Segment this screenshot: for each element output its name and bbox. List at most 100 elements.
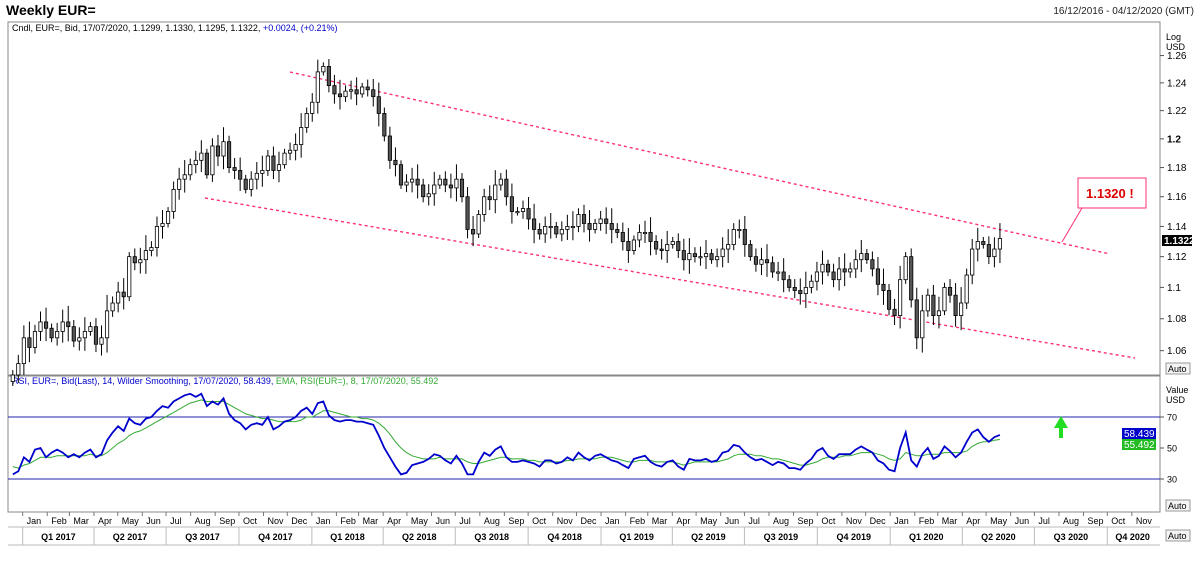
candle-body xyxy=(99,337,104,345)
candle-body xyxy=(715,256,720,261)
candle-body xyxy=(637,232,642,241)
x-month-label: Jun xyxy=(146,516,161,526)
candle-body xyxy=(243,178,248,190)
callout-leader xyxy=(1061,207,1083,243)
chart-canvas[interactable]: Cndl, EUR=, Bid, 17/07/2020, 1.1299, 1.1… xyxy=(0,0,1200,577)
x-month-label: Dec xyxy=(580,516,597,526)
candle-body xyxy=(543,226,548,235)
x-quarter-label: Q1 2020 xyxy=(909,532,944,542)
x-month-label: Aug xyxy=(484,516,500,526)
candle-body xyxy=(881,283,886,291)
x-month-label: Nov xyxy=(268,516,285,526)
x-quarter-label: Q4 2019 xyxy=(837,532,872,542)
candle-body xyxy=(909,256,914,301)
candle-body xyxy=(820,263,825,273)
up-arrow-icon xyxy=(1054,416,1068,438)
candle-body xyxy=(265,155,270,171)
candle-body xyxy=(493,184,498,201)
candle-body xyxy=(382,113,387,137)
price-tick-label: 1.16 xyxy=(1167,192,1187,203)
candle-body xyxy=(986,244,991,258)
candle-body xyxy=(692,253,697,258)
candle-body xyxy=(997,238,1003,250)
candle-body xyxy=(487,196,492,201)
candle-body xyxy=(93,326,99,345)
candle-body xyxy=(626,241,631,251)
candle-body xyxy=(609,223,614,230)
rsi-auto-button[interactable]: Auto xyxy=(1165,499,1191,512)
x-month-label: Jul xyxy=(170,516,182,526)
candle-body xyxy=(154,226,160,248)
candle-body xyxy=(360,86,365,95)
price-tick-label: 1.18 xyxy=(1167,163,1187,174)
x-month-label: Apr xyxy=(98,516,112,526)
price-auto-button[interactable]: Auto xyxy=(1165,362,1191,375)
price-tick-label: 1.26 xyxy=(1167,51,1187,62)
candle-body xyxy=(992,248,997,258)
candle-body xyxy=(975,241,980,250)
candle-body xyxy=(520,208,526,212)
candle-body xyxy=(260,170,265,174)
price-tick-label: 1.24 xyxy=(1167,78,1187,89)
x-month-label: Feb xyxy=(340,516,356,526)
rsi-value-box: 58.439 xyxy=(1122,428,1156,440)
candle-body xyxy=(354,89,359,95)
rsi-panel-frame xyxy=(7,375,1161,513)
x-month-label: Apr xyxy=(966,516,980,526)
candle-body xyxy=(365,86,370,91)
callout-text: 1.1320 ! xyxy=(1086,186,1134,201)
candle-body xyxy=(121,291,126,298)
candle-body xyxy=(737,229,742,232)
rsi-axis-title-value: Value xyxy=(1166,385,1188,395)
x-month-label: May xyxy=(411,516,429,526)
candle-body xyxy=(249,178,254,190)
candle-body xyxy=(437,178,442,186)
candle-body xyxy=(631,239,636,251)
candle-body xyxy=(831,271,836,281)
price-legend-prefix: Cndl, EUR=, Bid, 17/07/2020, 1.1299, 1.1… xyxy=(12,23,260,33)
x-quarter-label: Q1 2019 xyxy=(619,532,654,542)
x-month-label: Sep xyxy=(219,516,235,526)
x-month-label: Jan xyxy=(27,516,42,526)
x-month-label: Feb xyxy=(919,516,935,526)
candle-body xyxy=(38,321,43,332)
x-month-label: Jul xyxy=(459,516,471,526)
candle-body xyxy=(127,256,132,298)
candle-body xyxy=(753,256,758,265)
x-month-label: Mar xyxy=(942,516,958,526)
x-month-label: Feb xyxy=(630,516,646,526)
candle-body xyxy=(459,178,465,198)
x-month-label: May xyxy=(122,516,140,526)
x-month-label: Jun xyxy=(725,516,740,526)
candle-body xyxy=(282,152,287,166)
x-quarter-label: Q2 2017 xyxy=(113,532,148,542)
candle-body xyxy=(581,214,587,224)
candle-body xyxy=(970,248,975,276)
candle-body xyxy=(498,178,503,186)
price-tick-label: 1.1 xyxy=(1167,283,1181,294)
x-month-label: Sep xyxy=(508,516,524,526)
candle-body xyxy=(193,159,198,166)
xaxis-auto-button[interactable]: Auto xyxy=(1165,529,1191,542)
candle-body xyxy=(476,214,481,235)
candle-body xyxy=(981,241,986,245)
candle-body xyxy=(731,229,736,245)
candle-body xyxy=(343,90,348,98)
candle-body xyxy=(942,287,947,312)
candle-body xyxy=(16,363,21,376)
candle-body xyxy=(776,271,781,274)
rsi-value-label: 58.439 xyxy=(1124,429,1155,440)
x-month-label: Aug xyxy=(1063,516,1079,526)
candle-body xyxy=(221,141,226,157)
xaxis-auto-label: Auto xyxy=(1168,531,1187,541)
price-tick-label: 1.08 xyxy=(1167,314,1187,325)
x-quarter-label: Q2 2020 xyxy=(981,532,1016,542)
x-month-label: Mar xyxy=(652,516,668,526)
price-axis-title-log: Log xyxy=(1166,32,1181,42)
price-legend: Cndl, EUR=, Bid, 17/07/2020, 1.1299, 1.1… xyxy=(12,23,338,33)
candle-body xyxy=(814,271,819,282)
candle-body xyxy=(482,196,487,215)
candle-body xyxy=(82,331,87,339)
candle-body xyxy=(432,184,437,195)
candle-body xyxy=(509,196,514,212)
